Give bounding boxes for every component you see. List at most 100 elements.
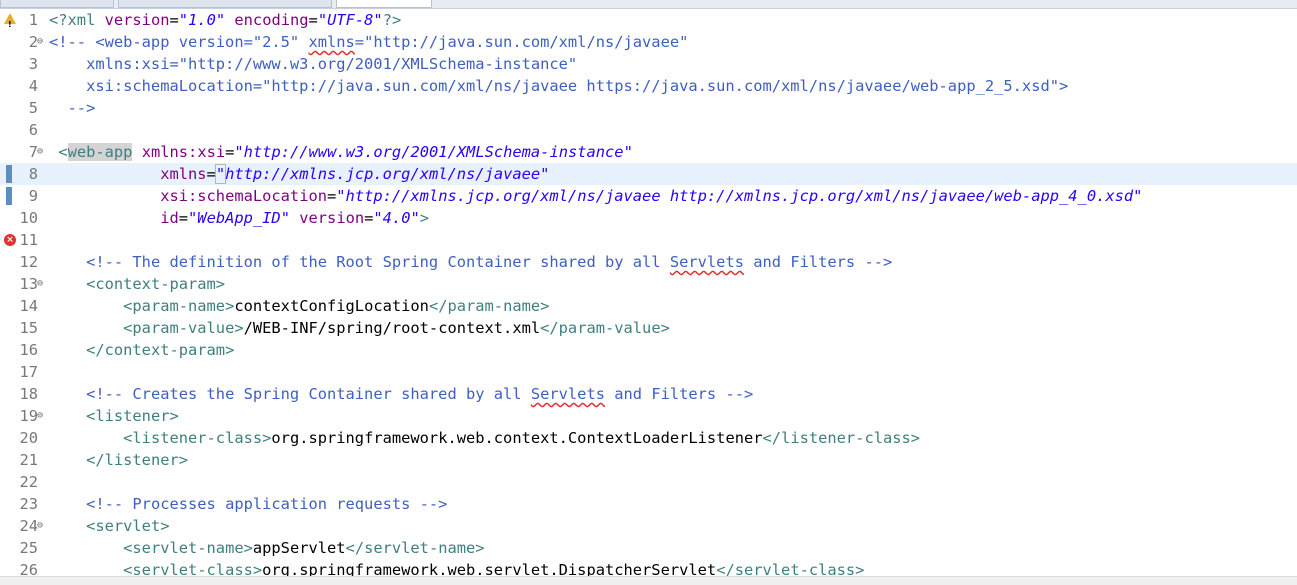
code-token: <!-- Creates the Spring Container shared… bbox=[86, 385, 531, 403]
code-line[interactable]: 14 <param-name>contextConfigLocation</pa… bbox=[0, 295, 1297, 317]
code-text: <servlet> bbox=[49, 515, 169, 537]
code-token: </listener> bbox=[86, 451, 189, 469]
code-token: = bbox=[178, 209, 189, 227]
line-number: 3 bbox=[28, 55, 38, 73]
warning-icon[interactable]: ! bbox=[4, 13, 16, 29]
code-token: = bbox=[308, 11, 318, 29]
line-number: 18 bbox=[19, 385, 38, 403]
line-number: 15 bbox=[19, 319, 38, 337]
code-line[interactable]: 4 xsi:schemaLocation="http://java.sun.co… bbox=[0, 75, 1297, 97]
code-token: xsi:schemaLocation="http://java.sun.com/… bbox=[49, 77, 1069, 95]
line-number: 2 bbox=[28, 33, 38, 51]
code-editor[interactable]: ! 1 <?xml version="1.0" encoding="UTF-8"?>… bbox=[0, 9, 1297, 581]
code-token: contextConfigLocation bbox=[234, 297, 429, 315]
code-token: appServlet bbox=[252, 539, 346, 557]
fold-toggle-icon[interactable]: ⊖ bbox=[37, 273, 43, 295]
code-token: </context-param> bbox=[86, 341, 235, 359]
code-token: </listener-class> bbox=[762, 429, 921, 447]
code-text: <param-name>contextConfigLocation</param… bbox=[49, 295, 549, 317]
code-token: xsi:schemaLocation bbox=[160, 187, 327, 205]
code-line[interactable]: 22 bbox=[0, 471, 1297, 493]
code-line[interactable]: 21 </listener> bbox=[0, 449, 1297, 471]
line-number: 25 bbox=[19, 539, 38, 557]
fold-toggle-icon[interactable]: ⊖ bbox=[37, 515, 43, 537]
code-text: </listener> bbox=[49, 449, 188, 471]
code-line[interactable]: 10 id="WebApp_ID" version="4.0"> bbox=[0, 207, 1297, 229]
code-text: xmlns="http://xmlns.jcp.org/xml/ns/javae… bbox=[49, 163, 549, 185]
editor-tab-active[interactable] bbox=[336, 0, 432, 8]
code-token: encoding bbox=[234, 11, 309, 29]
code-token: xmlns bbox=[308, 33, 355, 51]
line-number: 6 bbox=[28, 121, 38, 139]
code-line[interactable]: 9 xsi:schemaLocation="http://xmlns.jcp.o… bbox=[0, 185, 1297, 207]
code-line[interactable]: 13 ⊖ <context-param> bbox=[0, 273, 1297, 295]
code-token: = bbox=[364, 209, 374, 227]
code-line[interactable]: 17 bbox=[0, 361, 1297, 383]
line-number: 1 bbox=[28, 11, 38, 29]
code-token: xmlns bbox=[160, 165, 207, 183]
code-token: web-app bbox=[67, 143, 133, 161]
code-line[interactable]: 8 xmlns="http://xmlns.jcp.org/xml/ns/jav… bbox=[0, 163, 1297, 185]
code-line[interactable]: × 11 bbox=[0, 229, 1297, 251]
code-line[interactable]: 12 <!-- The definition of the Root Sprin… bbox=[0, 251, 1297, 273]
code-token: id bbox=[160, 209, 179, 227]
code-token: http://xmlns.jcp.org/xml/ns/javaee" bbox=[225, 165, 550, 183]
fold-toggle-icon[interactable]: ⊖ bbox=[37, 405, 43, 427]
code-token: xmlns:xsi="http://www.w3.org/2001/XMLSch… bbox=[49, 55, 578, 73]
code-line[interactable]: 5 --> bbox=[0, 97, 1297, 119]
line-number: 5 bbox=[28, 99, 38, 117]
code-line[interactable]: 25 <servlet-name>appServlet</servlet-nam… bbox=[0, 537, 1297, 559]
code-token: /WEB-INF/spring/root-context.xml bbox=[243, 319, 541, 337]
line-number: 22 bbox=[19, 473, 38, 491]
error-icon[interactable]: × bbox=[4, 234, 16, 246]
code-line[interactable]: 19 ⊖ <listener> bbox=[0, 405, 1297, 427]
code-token: "http://www.w3.org/2001/XMLSchema-instan… bbox=[234, 143, 633, 161]
code-token: <param-value> bbox=[123, 319, 244, 337]
code-token: = bbox=[327, 187, 337, 205]
code-text: <web-app xmlns:xsi="http://www.w3.org/20… bbox=[49, 141, 633, 163]
code-token: "1.0" bbox=[178, 11, 226, 29]
code-token: </param-name> bbox=[428, 297, 550, 315]
code-token: < bbox=[58, 143, 68, 161]
code-token: --> bbox=[49, 99, 96, 117]
code-line[interactable]: 7 ⊖ <web-app xmlns:xsi="http://www.w3.org… bbox=[0, 141, 1297, 163]
code-token: <listener> bbox=[86, 407, 179, 425]
code-line[interactable]: ! 1 <?xml version="1.0" encoding="UTF-8"?> bbox=[0, 9, 1297, 31]
code-text: <listener> bbox=[49, 405, 179, 427]
fold-toggle-icon[interactable]: ⊖ bbox=[37, 141, 43, 163]
code-token: and Filters --> bbox=[743, 253, 893, 271]
fold-toggle-icon[interactable]: ⊖ bbox=[37, 31, 43, 53]
code-line[interactable]: 20 <listener-class>org.springframework.w… bbox=[0, 427, 1297, 449]
code-token: Servlets bbox=[669, 253, 744, 271]
line-number: 20 bbox=[19, 429, 38, 447]
code-token: "WebApp_ID" bbox=[188, 209, 290, 227]
code-line[interactable]: 18 <!-- Creates the Spring Container sha… bbox=[0, 383, 1297, 405]
code-line[interactable]: 24 ⊖ <servlet> bbox=[0, 515, 1297, 537]
line-number: 12 bbox=[19, 253, 38, 271]
code-token: <param-name> bbox=[123, 297, 235, 315]
code-line[interactable]: 3 xmlns:xsi="http://www.w3.org/2001/XMLS… bbox=[0, 53, 1297, 75]
code-line[interactable]: 6 bbox=[0, 119, 1297, 141]
line-number: 24 bbox=[19, 517, 38, 535]
code-token: version bbox=[299, 209, 365, 227]
code-text: <context-param> bbox=[49, 273, 225, 295]
editor-tab[interactable] bbox=[0, 0, 114, 8]
editor-tab[interactable] bbox=[118, 0, 332, 8]
code-token: version bbox=[104, 11, 170, 29]
code-line[interactable]: 2 ⊖ <!-- <web-app version="2.5" xmlns="htt… bbox=[0, 31, 1297, 53]
code-line[interactable]: 15 <param-value>/WEB-INF/spring/root-con… bbox=[0, 317, 1297, 339]
code-line[interactable]: 16 </context-param> bbox=[0, 339, 1297, 361]
code-text: xsi:schemaLocation="http://xmlns.jcp.org… bbox=[49, 185, 1142, 207]
code-line[interactable]: 23 <!-- Processes application requests -… bbox=[0, 493, 1297, 515]
line-number: 11 bbox=[19, 231, 38, 249]
code-text: <param-value>/WEB-INF/spring/root-contex… bbox=[49, 317, 670, 339]
code-text: xsi:schemaLocation="http://java.sun.com/… bbox=[49, 75, 1068, 97]
